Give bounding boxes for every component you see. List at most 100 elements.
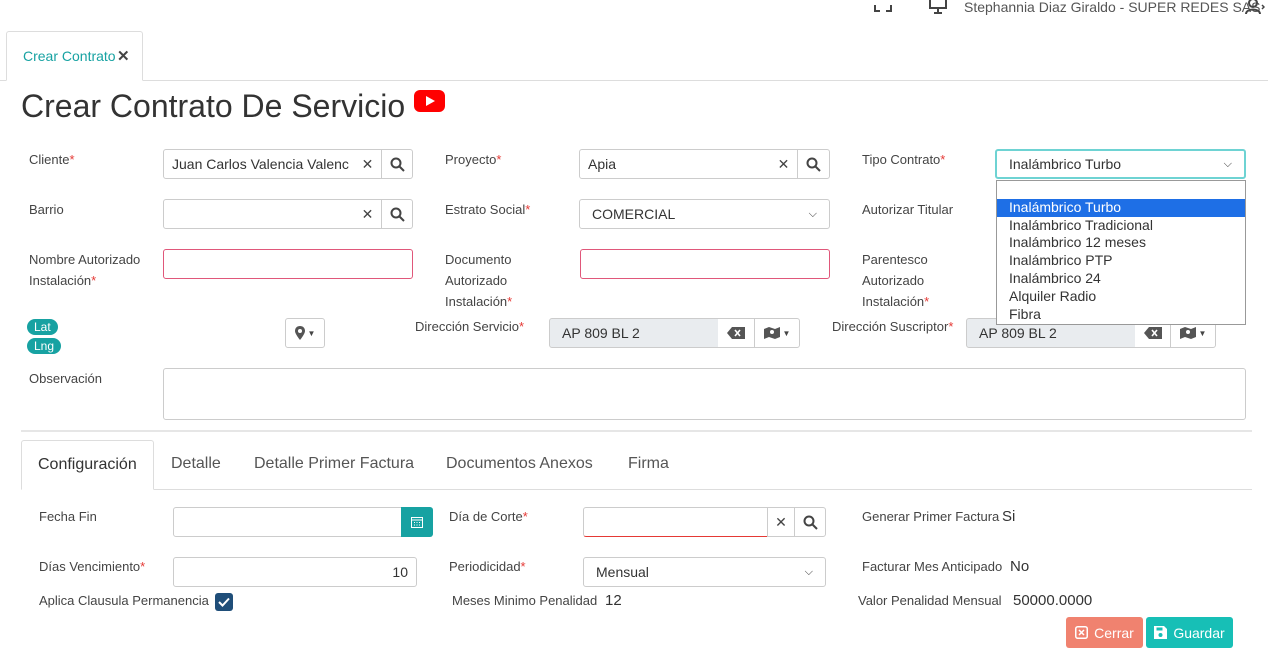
nombre-autorizado-input[interactable] (163, 249, 413, 279)
page-title: Crear Contrato De Servicio (21, 88, 406, 124)
estrato-value: COMERCIAL (592, 206, 676, 222)
fullscreen-icon[interactable] (874, 0, 892, 12)
periodicidad-value: Mensual (596, 564, 649, 580)
observacion-textarea[interactable] (163, 368, 1246, 420)
facturar-mes-anticipado-value: No (1010, 558, 1030, 575)
barrio-input[interactable] (163, 199, 355, 229)
guardar-button[interactable]: Guardar (1146, 617, 1233, 648)
cliente-clear-button[interactable]: ✕ (354, 149, 382, 179)
meses-minimo-value: 12 (605, 592, 622, 609)
tipo-contrato-option[interactable]: Inalámbrico 24 (997, 270, 1245, 288)
periodicidad-select[interactable]: Mensual ⌵ (583, 557, 826, 587)
location-dropdown-button[interactable]: ▼ (285, 318, 325, 348)
barrio-search-button[interactable] (381, 199, 413, 229)
clear-icon: ✕ (361, 155, 374, 172)
dia-corte-clear-button[interactable]: ✕ (767, 507, 795, 537)
clear-icon: ✕ (361, 205, 374, 222)
direccion-servicio-map-button[interactable]: ▼ (754, 318, 800, 348)
tipo-contrato-option[interactable] (997, 181, 1245, 199)
valor-penalidad-label: Valor Penalidad Mensual (858, 593, 1002, 608)
tipo-contrato-select[interactable]: Inalámbrico Turbo ⌵ (995, 149, 1246, 179)
cliente-search-button[interactable] (381, 149, 413, 179)
proyecto-search-button[interactable] (797, 149, 830, 179)
tab-firma[interactable]: Firma (628, 455, 669, 473)
cerrar-button[interactable]: Cerrar (1066, 617, 1143, 648)
backspace-icon (727, 327, 745, 339)
estrato-select[interactable]: COMERCIAL ⌵ (579, 199, 830, 229)
map-marker-icon (294, 326, 305, 340)
tab-documentos-anexos[interactable]: Documentos Anexos (446, 455, 593, 473)
save-icon (1154, 626, 1168, 639)
dias-vencimiento-label: Días Vencimiento* (39, 559, 146, 574)
tab-crear-contrato[interactable]: Crear Contrato ✕ (6, 31, 143, 81)
generar-primer-factura-value: Si (1002, 508, 1016, 525)
dia-corte-label: Día de Corte* (449, 509, 528, 524)
map-icon (763, 327, 780, 339)
periodicidad-label: Periodicidad* (449, 559, 526, 574)
search-icon (390, 207, 405, 222)
tabs-bar-line (21, 489, 1252, 490)
tipo-contrato-option[interactable]: Alquiler Radio (997, 288, 1245, 306)
calendar-button[interactable] (401, 507, 433, 537)
tipo-contrato-options: Inalámbrico Turbo Inalámbrico Tradiciona… (996, 180, 1246, 325)
aplica-clausula-checkbox[interactable] (215, 593, 233, 611)
user-name[interactable]: Stephannia Diaz Giraldo - SUPER REDES SA… (964, 0, 1260, 15)
cliente-input[interactable]: Juan Carlos Valencia Valenc (163, 149, 355, 179)
aplica-clausula-label: Aplica Clausula Permanencia (39, 593, 209, 608)
parentesco-label: Parentesco Autorizado Instalación* (862, 252, 930, 309)
tipo-contrato-option[interactable]: Fibra (997, 306, 1245, 324)
tab-crear-contrato-label: Crear Contrato (23, 48, 116, 64)
barrio-label: Barrio (29, 202, 64, 217)
direccion-suscriptor-label: Dirección Suscriptor* (832, 319, 954, 334)
calendar-icon (411, 517, 423, 528)
tab-configuracion[interactable]: Configuración (21, 440, 154, 490)
search-icon (390, 157, 405, 172)
close-icon[interactable]: ✕ (117, 47, 130, 65)
top-tabs-bar (0, 80, 1268, 81)
generar-primer-factura-label: Generar Primer Factura (862, 509, 1000, 524)
backspace-icon (1143, 327, 1162, 339)
facturar-mes-anticipado-label: Facturar Mes Anticipado (862, 559, 1003, 574)
proyecto-input[interactable]: Apia (579, 149, 771, 179)
direccion-servicio-input[interactable]: AP 809 BL 2 (549, 318, 719, 348)
chevron-down-icon: ⌵ (804, 565, 813, 578)
tab-detalle[interactable]: Detalle (171, 455, 221, 473)
tipo-contrato-option[interactable]: Inalámbrico 12 meses (997, 234, 1245, 252)
autorizar-titular-label: Autorizar Titular (862, 202, 954, 217)
divider (21, 430, 1252, 432)
search-icon (806, 157, 821, 172)
tipo-contrato-option[interactable]: Inalámbrico PTP (997, 252, 1245, 270)
youtube-icon[interactable] (414, 90, 445, 112)
search-icon (803, 515, 818, 530)
tipo-contrato-label: Tipo Contrato* (862, 152, 946, 167)
lat-badge: Lat (27, 319, 58, 335)
clear-icon: ✕ (777, 155, 790, 172)
tipo-contrato-value: Inalámbrico Turbo (1009, 156, 1122, 172)
monitor-icon[interactable] (928, 0, 948, 14)
observacion-label: Observación (29, 371, 102, 386)
documento-autorizado-input[interactable] (580, 249, 830, 279)
caret-icon: ▼ (307, 328, 316, 338)
tipo-contrato-option[interactable]: Inalámbrico Tradicional (997, 217, 1245, 235)
dias-vencimiento-input[interactable]: 10 (173, 557, 417, 587)
dia-corte-search-button[interactable] (794, 507, 826, 537)
estrato-label: Estrato Social* (445, 202, 531, 217)
tab-detalle-primer-factura[interactable]: Detalle Primer Factura (254, 455, 414, 473)
map-icon (1179, 327, 1196, 339)
direccion-servicio-clear-button[interactable] (718, 318, 755, 348)
fecha-fin-input[interactable] (173, 507, 402, 537)
user-icon[interactable] (1245, 0, 1266, 15)
checkmark-icon (218, 597, 230, 607)
lng-badge: Lng (27, 338, 62, 354)
tipo-contrato-option[interactable]: Inalámbrico Turbo (997, 198, 1245, 217)
dia-corte-input[interactable] (583, 507, 768, 537)
chevron-down-icon: ⌵ (1223, 157, 1232, 170)
documento-autorizado-label: Documento Autorizado Instalación* (445, 252, 513, 309)
direccion-servicio-label: Dirección Servicio* (415, 319, 525, 334)
chevron-down-icon: ⌵ (808, 207, 817, 220)
meses-minimo-label: Meses Minimo Penalidad (452, 593, 598, 608)
clear-icon: ✕ (775, 513, 787, 530)
barrio-clear-button[interactable]: ✕ (354, 199, 382, 229)
proyecto-clear-button[interactable]: ✕ (770, 149, 798, 179)
valor-penalidad-value: 50000.0000 (1013, 592, 1093, 609)
